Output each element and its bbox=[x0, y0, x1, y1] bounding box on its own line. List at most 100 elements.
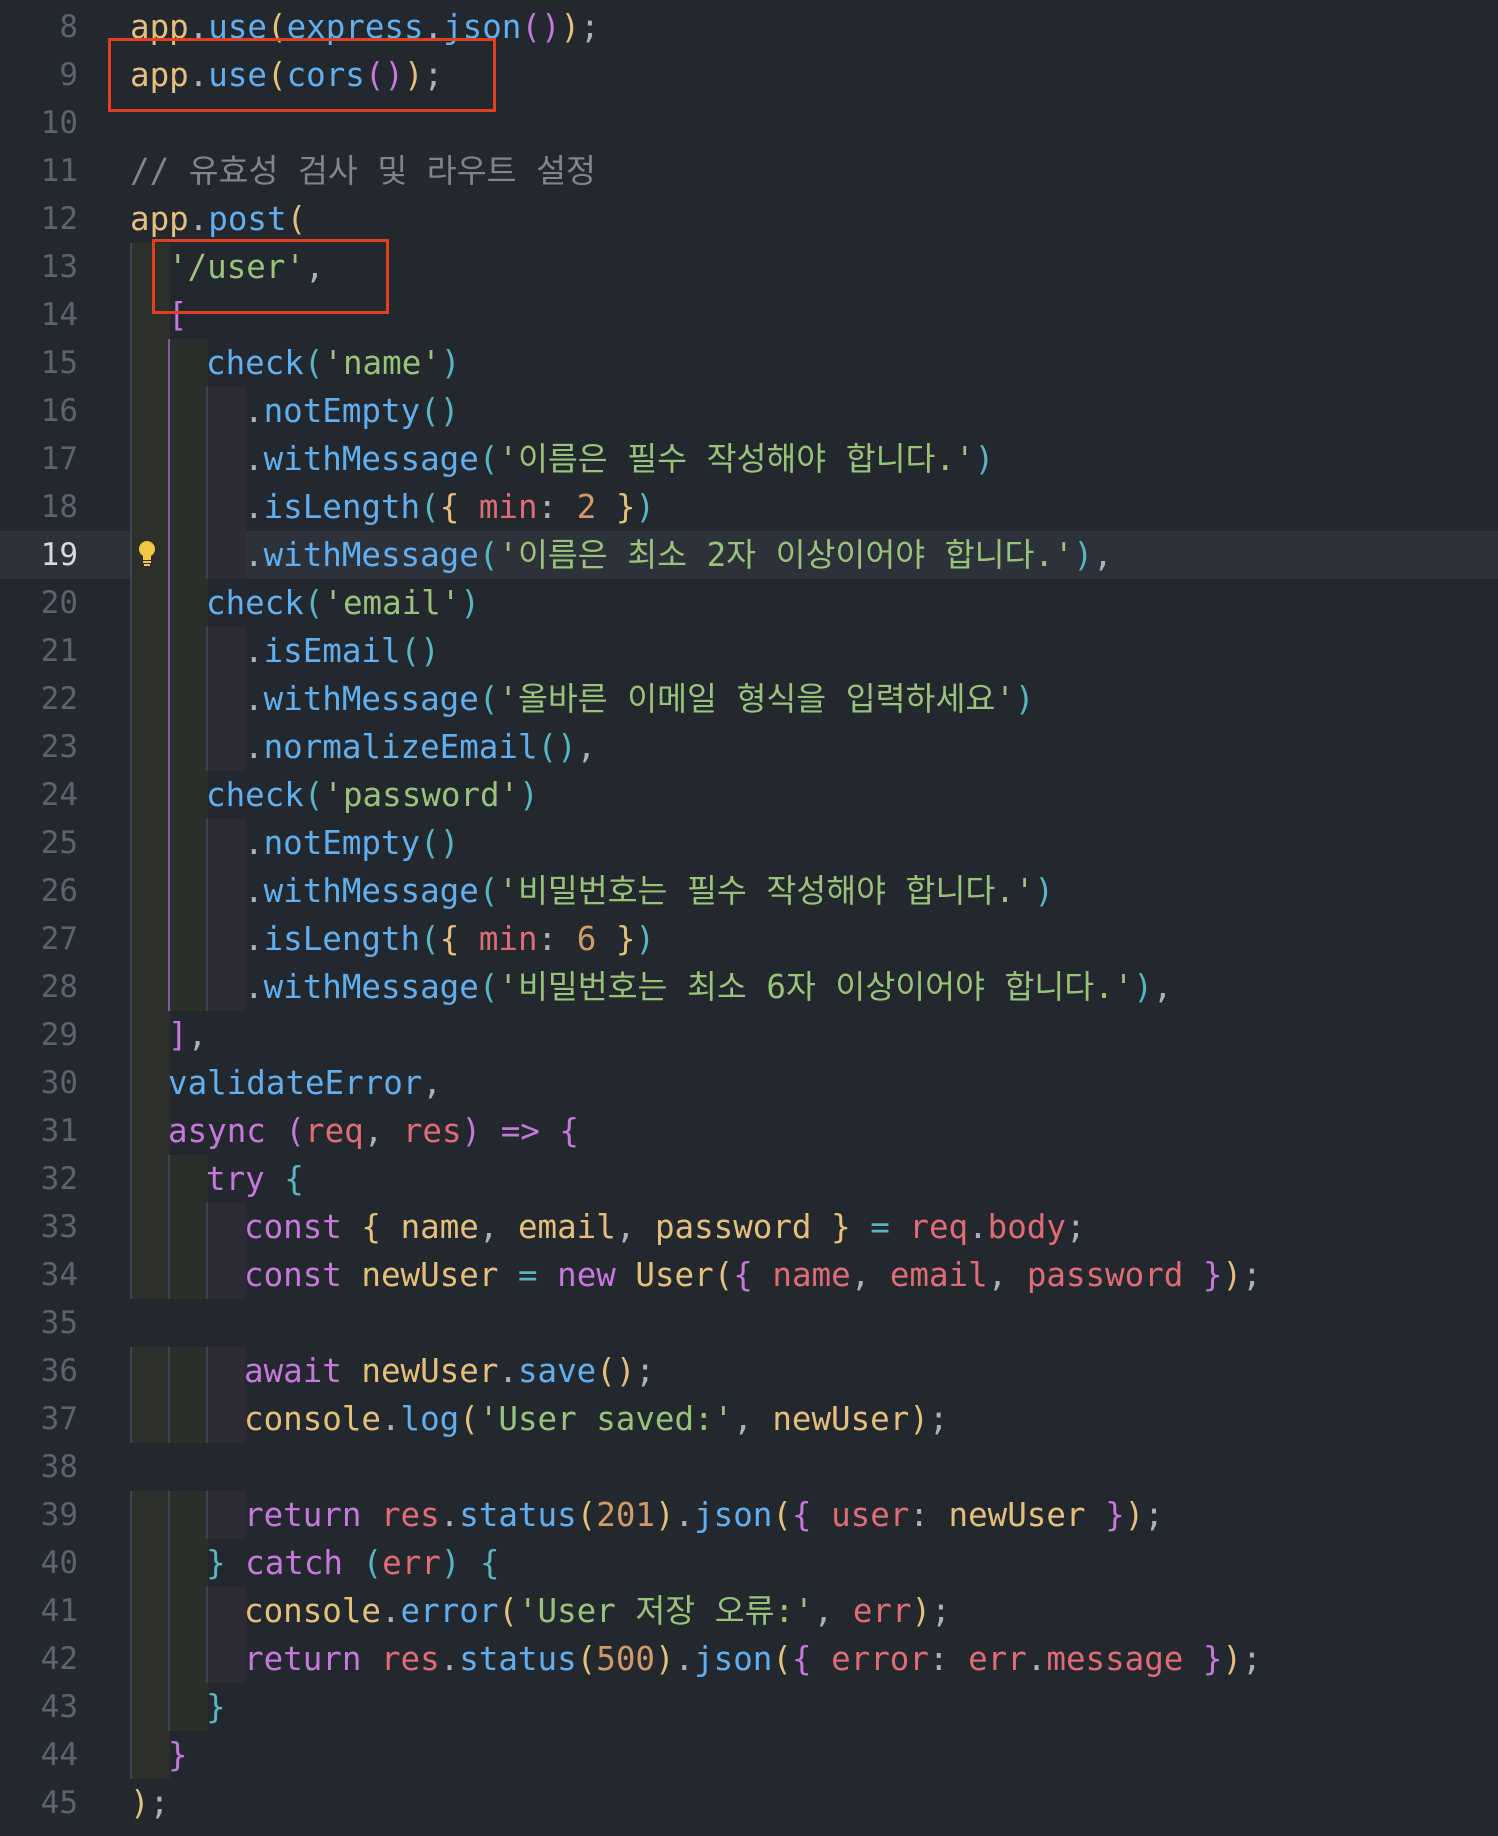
code-token: ) bbox=[1124, 1496, 1145, 1534]
indent-guide bbox=[206, 675, 246, 723]
code-line[interactable]: 13 '/user', bbox=[0, 243, 1498, 291]
code-token: ) bbox=[461, 1112, 482, 1150]
code-line[interactable]: 31 async (req, res) => { bbox=[0, 1107, 1498, 1155]
code-token: ; bbox=[635, 1352, 655, 1390]
code-line[interactable]: 30 validateError, bbox=[0, 1059, 1498, 1107]
code-token: error bbox=[400, 1592, 499, 1630]
code-line[interactable]: 40} catch (err) { bbox=[0, 1539, 1498, 1587]
code-text[interactable]: } bbox=[168, 1731, 188, 1779]
code-text[interactable]: ); bbox=[130, 1779, 169, 1827]
code-text[interactable]: console.error('User 저장 오류:', err); bbox=[244, 1587, 951, 1635]
code-text[interactable]: .notEmpty() bbox=[244, 387, 459, 435]
code-line[interactable]: 43} bbox=[0, 1683, 1498, 1731]
code-line[interactable]: 10 bbox=[0, 99, 1498, 147]
code-line[interactable]: 35 bbox=[0, 1299, 1498, 1347]
code-text[interactable]: .isLength({ min: 2 }) bbox=[244, 483, 655, 531]
code-token: ( bbox=[420, 824, 440, 862]
code-line[interactable]: 23 .normalizeEmail(), bbox=[0, 723, 1498, 771]
code-line[interactable]: 24 check('password') bbox=[0, 771, 1498, 819]
code-token: ( bbox=[498, 1592, 518, 1630]
code-text[interactable]: ], bbox=[168, 1011, 207, 1059]
code-text[interactable]: // 유효성 검사 및 라우트 설정 bbox=[130, 147, 596, 195]
code-line[interactable]: 34 const newUser = new User({ name, email… bbox=[0, 1251, 1498, 1299]
code-token: app bbox=[130, 200, 189, 238]
code-text[interactable]: .withMessage('올바른 이메일 형식을 입력하세요') bbox=[244, 675, 1034, 723]
code-text[interactable]: check('password') bbox=[206, 771, 539, 819]
indent-guide bbox=[206, 387, 246, 435]
code-line[interactable]: 36 await newUser.save(); bbox=[0, 1347, 1498, 1395]
code-line[interactable]: 28 .withMessage('비밀번호는 최소 6자 이상이어야 합니다.')… bbox=[0, 963, 1498, 1011]
code-line[interactable]: 26 .withMessage('비밀번호는 필수 작성해야 합니다.') bbox=[0, 867, 1498, 915]
code-text[interactable]: console.log('User saved:', newUser); bbox=[244, 1395, 948, 1443]
code-text[interactable]: app.use(cors()); bbox=[130, 51, 443, 99]
code-token: = bbox=[517, 1256, 538, 1294]
indent-guide bbox=[206, 723, 246, 771]
code-line[interactable]: 39 return res.status(201).json({ user: ne… bbox=[0, 1491, 1498, 1539]
code-text[interactable]: async (req, res) => { bbox=[168, 1107, 579, 1155]
code-text[interactable]: .withMessage('비밀번호는 필수 작성해야 합니다.') bbox=[244, 867, 1054, 915]
code-line[interactable]: 14 [ bbox=[0, 291, 1498, 339]
code-line[interactable]: 45); bbox=[0, 1779, 1498, 1827]
code-line[interactable]: 9 app.use(cors()); bbox=[0, 51, 1498, 99]
line-number: 45 bbox=[40, 1785, 78, 1821]
code-text[interactable]: .withMessage('이름은 필수 작성해야 합니다.') bbox=[244, 435, 994, 483]
code-text[interactable]: const newUser = new User({ name, email, … bbox=[244, 1251, 1262, 1299]
code-line[interactable]: 38 bbox=[0, 1443, 1498, 1491]
code-token: . bbox=[244, 728, 264, 766]
code-line[interactable]: 21 .isEmail() bbox=[0, 627, 1498, 675]
code-line[interactable]: 41 console.error('User 저장 오류:', err); bbox=[0, 1587, 1498, 1635]
code-line[interactable]: 22 .withMessage('올바른 이메일 형식을 입력하세요') bbox=[0, 675, 1498, 723]
code-token: use bbox=[208, 56, 267, 94]
code-token: ; bbox=[931, 1592, 951, 1630]
code-text[interactable]: .notEmpty() bbox=[244, 819, 459, 867]
code-token: : bbox=[928, 1640, 969, 1678]
code-token: { bbox=[439, 920, 479, 958]
code-text[interactable]: check('email') bbox=[206, 579, 480, 627]
code-token: res bbox=[380, 1496, 440, 1534]
code-line[interactable]: 37 console.log('User saved:', newUser); bbox=[0, 1395, 1498, 1443]
code-text[interactable]: } bbox=[206, 1683, 226, 1731]
code-text[interactable]: return res.status(500).json({ error: err… bbox=[244, 1635, 1262, 1683]
code-line[interactable]: 32 try { bbox=[0, 1155, 1498, 1203]
code-token: newUser bbox=[772, 1400, 910, 1438]
code-text[interactable]: [ bbox=[168, 291, 188, 339]
code-text[interactable]: check('name') bbox=[206, 339, 460, 387]
code-line[interactable]: 16 .notEmpty() bbox=[0, 387, 1498, 435]
code-line[interactable]: 17 .withMessage('이름은 필수 작성해야 합니다.') bbox=[0, 435, 1498, 483]
code-line[interactable]: 42 return res.status(500).json({ error: e… bbox=[0, 1635, 1498, 1683]
code-line[interactable]: 29], bbox=[0, 1011, 1498, 1059]
code-text[interactable]: .withMessage('이름은 최소 2자 이상이어야 합니다.'), bbox=[244, 531, 1113, 579]
code-text[interactable]: '/user', bbox=[168, 243, 325, 291]
code-text[interactable]: .isEmail() bbox=[244, 627, 440, 675]
code-line[interactable]: 27 .isLength({ min: 6 }) bbox=[0, 915, 1498, 963]
code-text[interactable]: .isLength({ min: 6 }) bbox=[244, 915, 655, 963]
code-token: . bbox=[1026, 1640, 1047, 1678]
code-text[interactable]: try { bbox=[206, 1155, 304, 1203]
code-line[interactable]: 33 const { name, email, password } = req.… bbox=[0, 1203, 1498, 1251]
code-line[interactable]: 8 app.use(express.json()); bbox=[0, 3, 1498, 51]
code-text[interactable]: .normalizeEmail(), bbox=[244, 723, 596, 771]
code-text[interactable]: await newUser.save(); bbox=[244, 1347, 655, 1395]
code-line[interactable]: 25 .notEmpty() bbox=[0, 819, 1498, 867]
code-line[interactable]: 19 .withMessage('이름은 최소 2자 이상이어야 합니다.'), bbox=[0, 531, 1498, 579]
code-text[interactable]: const { name, email, password } = req.bo… bbox=[244, 1203, 1086, 1251]
code-line[interactable]: 44} bbox=[0, 1731, 1498, 1779]
code-line[interactable]: 11 // 유효성 검사 및 라우트 설정 bbox=[0, 147, 1498, 195]
code-text[interactable]: .withMessage('비밀번호는 최소 6자 이상이어야 합니다.'), bbox=[244, 963, 1172, 1011]
lightbulb-icon[interactable] bbox=[137, 539, 157, 569]
code-editor[interactable]: 8 app.use(express.json()); 9 app.use(cors()… bbox=[0, 0, 1498, 1836]
code-line[interactable]: 12 app.post( bbox=[0, 195, 1498, 243]
code-text[interactable]: } catch (err) { bbox=[206, 1539, 500, 1587]
code-text[interactable]: validateError, bbox=[168, 1059, 442, 1107]
code-text[interactable]: app.post( bbox=[130, 195, 306, 243]
code-text[interactable]: app.use(express.json()); bbox=[130, 3, 600, 51]
code-token: { bbox=[361, 1208, 401, 1246]
indent-guide bbox=[130, 579, 170, 627]
code-line[interactable]: 15 check('name') bbox=[0, 339, 1498, 387]
code-token: ; bbox=[423, 56, 444, 94]
code-line[interactable]: 20 check('email') bbox=[0, 579, 1498, 627]
code-text[interactable]: return res.status(201).json({ user: newU… bbox=[244, 1491, 1164, 1539]
code-line[interactable]: 18 .isLength({ min: 2 }) bbox=[0, 483, 1498, 531]
indent-guide bbox=[168, 819, 208, 867]
